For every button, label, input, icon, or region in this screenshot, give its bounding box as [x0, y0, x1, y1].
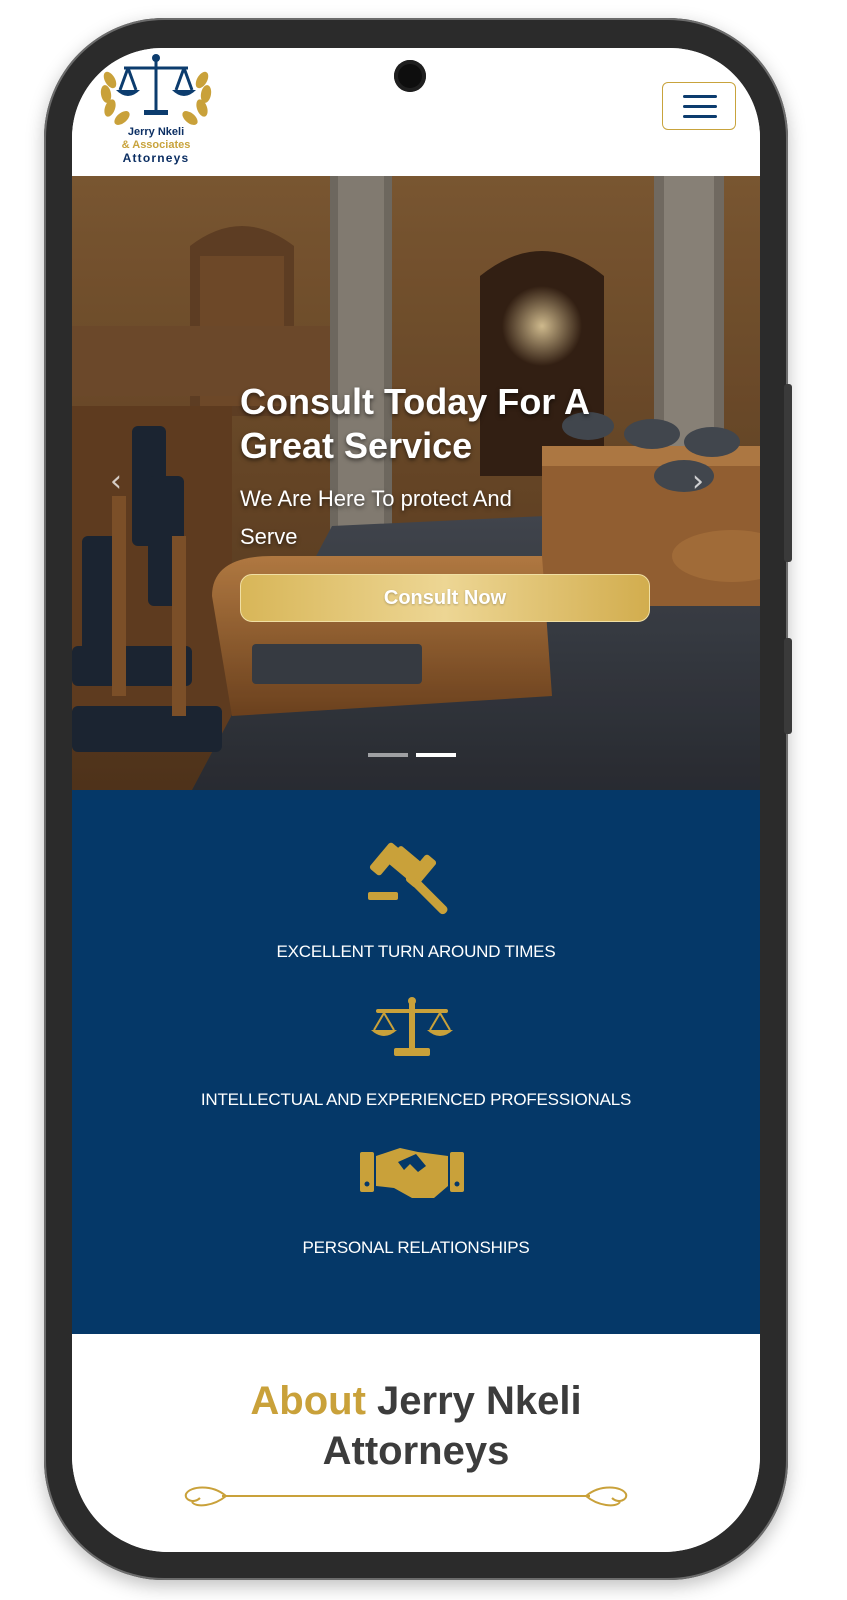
feature-label-turnaround: EXCELLENT TURN AROUND TIMES [276, 942, 556, 961]
menu-toggle-button[interactable] [662, 82, 736, 130]
hero-subtitle: We Are Here To protect And Serve [240, 480, 680, 556]
logo[interactable]: Jerry Nkeli & Associates Attorneys [94, 52, 218, 172]
carousel-next-arrow[interactable]: › [692, 464, 704, 499]
hero-subtitle-line-2: Serve [240, 524, 298, 549]
hero-title-line-1: Consult Today For A [240, 381, 590, 422]
front-camera [394, 60, 426, 92]
hero-subtitle-line-1: We Are Here To protect And [240, 486, 512, 511]
about-title-rest: Jerry Nkeli [377, 1379, 582, 1423]
phone-volume-button [784, 384, 792, 562]
feature-label-professionals: INTELLECTUAL AND EXPERIENCED PROFESSIONA… [200, 1090, 632, 1109]
scales-logo-icon [100, 54, 212, 125]
feature-label-relationships: PERSONAL RELATIONSHIPS [302, 1238, 530, 1257]
phone-power-button [784, 638, 792, 734]
site-header: Jerry Nkeli & Associates Attorneys [72, 48, 760, 176]
carousel-prev-arrow[interactable]: ‹ [110, 464, 122, 499]
logo-text: Jerry Nkeli & Associates Attorneys [94, 126, 218, 165]
logo-line-1: Jerry Nkeli [127, 126, 185, 138]
features-section: EXCELLENT TURN AROUND TIMES INTELLECTUAL… [72, 790, 760, 1334]
hero-carousel: ‹ › Consult Today For A Great Service We… [72, 176, 760, 790]
phone-screen: Jerry Nkeli & Associates Attorneys ‹ › C… [72, 48, 760, 1552]
about-title-line-2: Attorneys [322, 1429, 510, 1473]
hero-title-line-2: Great Service [240, 425, 473, 466]
carousel-indicator-1[interactable] [368, 753, 408, 757]
consult-now-button[interactable]: Consult Now [240, 574, 650, 622]
scales-icon [371, 997, 453, 1056]
hero-title: Consult Today For A Great Service [240, 380, 710, 468]
logo-line-3: Attorneys [122, 151, 190, 165]
handshake-icon [360, 1148, 464, 1198]
about-section: About Jerry Nkeli Attorneys [72, 1334, 760, 1552]
ornamental-divider-icon [184, 1486, 628, 1507]
carousel-indicator-2-active[interactable] [416, 753, 456, 757]
about-title-accent: About [250, 1379, 366, 1423]
gavel-icon [368, 842, 448, 915]
about-title: About Jerry Nkeli Attorneys [72, 1376, 760, 1476]
